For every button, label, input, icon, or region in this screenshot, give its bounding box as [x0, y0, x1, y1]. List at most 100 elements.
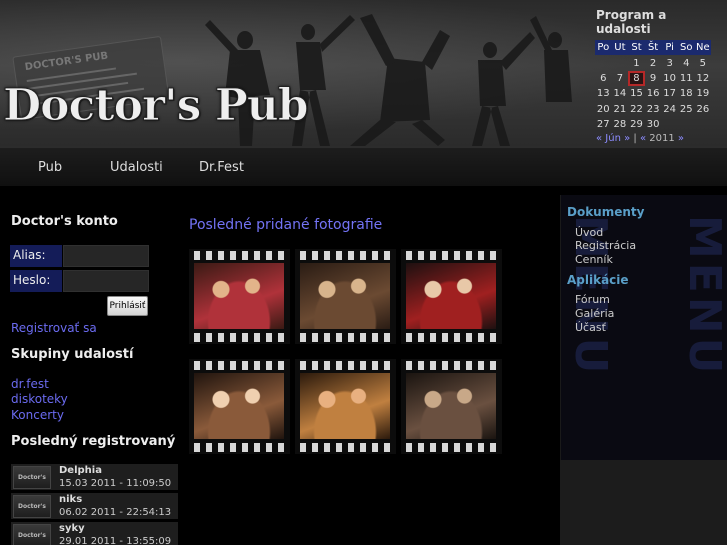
calendar-month-nav[interactable]: « Jún » — [596, 133, 630, 144]
photo-thumbnail[interactable] — [189, 359, 290, 454]
calendar-day[interactable]: 8 — [628, 70, 645, 87]
calendar-empty-cell — [661, 117, 678, 132]
calendar-year: 2011 — [649, 133, 675, 145]
calendar-week-row: 6 7 8 9 10 11 12 — [595, 70, 712, 87]
user-avatar: Doctor's Pub — [13, 495, 51, 518]
group-link-diskoteky[interactable]: diskoteky — [11, 392, 68, 406]
calendar-weekday: So — [677, 40, 695, 56]
registered-user-item[interactable]: Doctor's Pub Delphia 15.03 2011 - 11:09:… — [11, 464, 178, 491]
user-registration-date: 29.01 2011 - 13:55:09 — [59, 536, 172, 545]
party-photo-image — [194, 373, 284, 439]
calendar-weekday: Pi — [661, 40, 678, 56]
app-link-ucast[interactable]: Účasť — [575, 321, 606, 334]
photo-thumbnail[interactable] — [295, 249, 396, 344]
calendar-day[interactable]: 23 — [645, 102, 662, 117]
latest-photos-title: Posledné pridané fotografie — [189, 217, 383, 233]
calendar-day[interactable]: 15 — [628, 86, 645, 101]
group-link-koncerty[interactable]: Koncerty — [11, 408, 64, 422]
left-sidebar: Doctor's konto Alias: Heslo: Prihlásiť R… — [0, 186, 180, 545]
calendar-day[interactable]: 2 — [645, 55, 662, 70]
calendar-day[interactable]: 13 — [595, 86, 612, 101]
doc-link-registracia[interactable]: Registrácia — [575, 239, 636, 252]
calendar-day[interactable]: 20 — [595, 102, 612, 117]
site-logo[interactable]: Doctor's Pub — [3, 83, 310, 128]
doc-link-cennik[interactable]: Cenník — [575, 253, 613, 266]
film-strip-holes — [191, 333, 288, 342]
user-avatar: Doctor's Pub — [13, 466, 51, 489]
calendar-weekday: Ut — [611, 40, 629, 56]
calendar-day[interactable]: 26 — [695, 102, 712, 117]
calendar-day[interactable]: 22 — [628, 102, 645, 117]
calendar-day[interactable]: 7 — [612, 71, 629, 86]
photo-thumbnail[interactable] — [401, 249, 502, 344]
calendar-week-row: 20 21 22 23 24 25 26 — [595, 102, 711, 117]
registered-user-item[interactable]: Doctor's Pub niks 06.02 2011 - 22:54:13 — [11, 493, 178, 520]
password-input[interactable] — [63, 270, 149, 292]
film-strip-holes — [403, 361, 500, 370]
calendar-nav-separator: | — [633, 133, 637, 145]
nav-item-udalosti[interactable]: Udalosti — [110, 160, 163, 175]
calendar-day[interactable]: 11 — [678, 71, 695, 86]
calendar-day[interactable]: 16 — [645, 86, 662, 101]
party-photo-image — [194, 263, 284, 329]
alias-input[interactable] — [63, 245, 149, 267]
calendar-grid: Po Ut St Št Pi So Ne 1 2 3 4 5 6 7 8 9 10 11 12 13 14 15 16 17… — [595, 40, 712, 132]
film-strip-holes — [403, 443, 500, 452]
calendar-day[interactable]: 29 — [628, 117, 645, 132]
login-button[interactable]: Prihlásiť — [107, 296, 148, 316]
calendar-prev-year-link[interactable]: « — [640, 133, 646, 144]
calendar-day[interactable]: 9 — [645, 71, 662, 86]
film-strip-holes — [191, 361, 288, 370]
user-name: Delphia — [59, 465, 102, 476]
film-strip-holes — [297, 251, 394, 260]
calendar-day[interactable]: 17 — [661, 86, 678, 101]
app-link-galeria[interactable]: Galéria — [575, 307, 614, 320]
calendar-day[interactable]: 25 — [678, 102, 695, 117]
photo-thumbnail[interactable] — [189, 249, 290, 344]
calendar-next-year-link[interactable]: » — [678, 133, 684, 144]
party-photo-image — [406, 263, 496, 329]
group-link-drfest[interactable]: dr.fest — [11, 377, 49, 391]
calendar-day[interactable]: 6 — [595, 71, 612, 86]
calendar-day[interactable]: 28 — [612, 117, 629, 132]
photo-thumbnail[interactable] — [401, 359, 502, 454]
film-strip-holes — [403, 333, 500, 342]
calendar-body: 1 2 3 4 5 6 7 8 9 10 11 12 13 14 15 16 17 18 19 20 21 22 23 24 2… — [595, 55, 711, 132]
photo-thumbnail[interactable] — [295, 359, 396, 454]
user-registration-date: 06.02 2011 - 22:54:13 — [59, 507, 172, 518]
party-photo-image — [406, 373, 496, 439]
nav-item-drfest[interactable]: Dr.Fest — [199, 160, 244, 175]
calendar-day[interactable]: 12 — [695, 71, 712, 86]
app-link-forum[interactable]: Fórum — [575, 293, 610, 306]
calendar-empty-cell — [595, 55, 612, 70]
user-name: niks — [59, 494, 83, 505]
calendar-day[interactable]: 30 — [645, 117, 662, 132]
calendar-day[interactable]: 3 — [661, 55, 678, 70]
calendar-day[interactable]: 10 — [661, 71, 678, 86]
register-link[interactable]: Registrovať sa — [11, 321, 97, 335]
documents-heading: Dokumenty — [567, 205, 645, 219]
account-heading: Doctor's konto — [11, 214, 118, 229]
registered-user-item[interactable]: Doctor's Pub syky 29.01 2011 - 13:55:09 — [11, 522, 178, 545]
calendar-day[interactable]: 1 — [628, 55, 645, 70]
calendar-day[interactable]: 21 — [612, 102, 629, 117]
calendar-navigation: « Jún » | « 2011 » — [595, 133, 723, 144]
last-registered-heading: Posledný registrovaný — [11, 434, 176, 449]
doc-link-uvod[interactable]: Úvod — [575, 226, 603, 239]
main-navigation: Pub Udalosti Dr.Fest — [0, 146, 727, 186]
calendar-week-row: 12345 — [595, 55, 711, 70]
film-strip-holes — [297, 333, 394, 342]
party-photo-image — [300, 373, 390, 439]
user-name: syky — [59, 523, 85, 534]
event-calendar: Program a udalosti Po Ut St Št Pi So Ne 123456… — [595, 8, 723, 144]
calendar-day[interactable]: 24 — [661, 102, 678, 117]
calendar-day[interactable]: 5 — [695, 55, 712, 70]
calendar-week-row: 13 14 15 16 17 18 19 — [595, 86, 711, 101]
calendar-day[interactable]: 27 — [595, 117, 612, 132]
site-header: DOCTOR'S PUB Doctor's Pub Program a udal… — [0, 0, 727, 146]
calendar-day[interactable]: 14 — [612, 86, 629, 101]
calendar-day[interactable]: 4 — [678, 55, 695, 70]
calendar-day[interactable]: 19 — [695, 86, 712, 101]
calendar-day[interactable]: 18 — [678, 86, 695, 101]
nav-item-pub[interactable]: Pub — [38, 160, 62, 175]
